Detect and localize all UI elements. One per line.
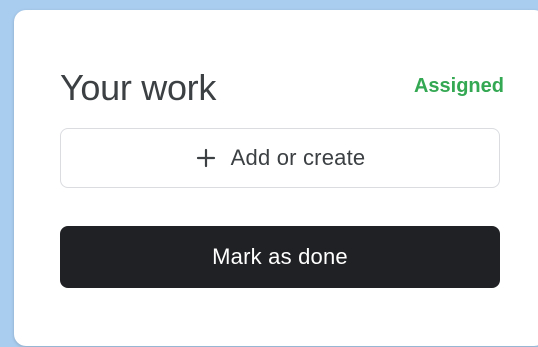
your-work-card: Your work Assigned Add or create Mark as… xyxy=(14,10,538,346)
add-or-create-button[interactable]: Add or create xyxy=(60,128,500,188)
add-or-create-label: Add or create xyxy=(230,145,366,170)
status-badge: Assigned xyxy=(413,75,504,97)
mark-as-done-label: Mark as done xyxy=(212,244,348,269)
card-title: Your work xyxy=(60,67,217,108)
card-header: Your work Assigned xyxy=(60,66,504,116)
mark-as-done-button[interactable]: Mark as done xyxy=(60,226,500,288)
plus-icon xyxy=(195,147,217,169)
